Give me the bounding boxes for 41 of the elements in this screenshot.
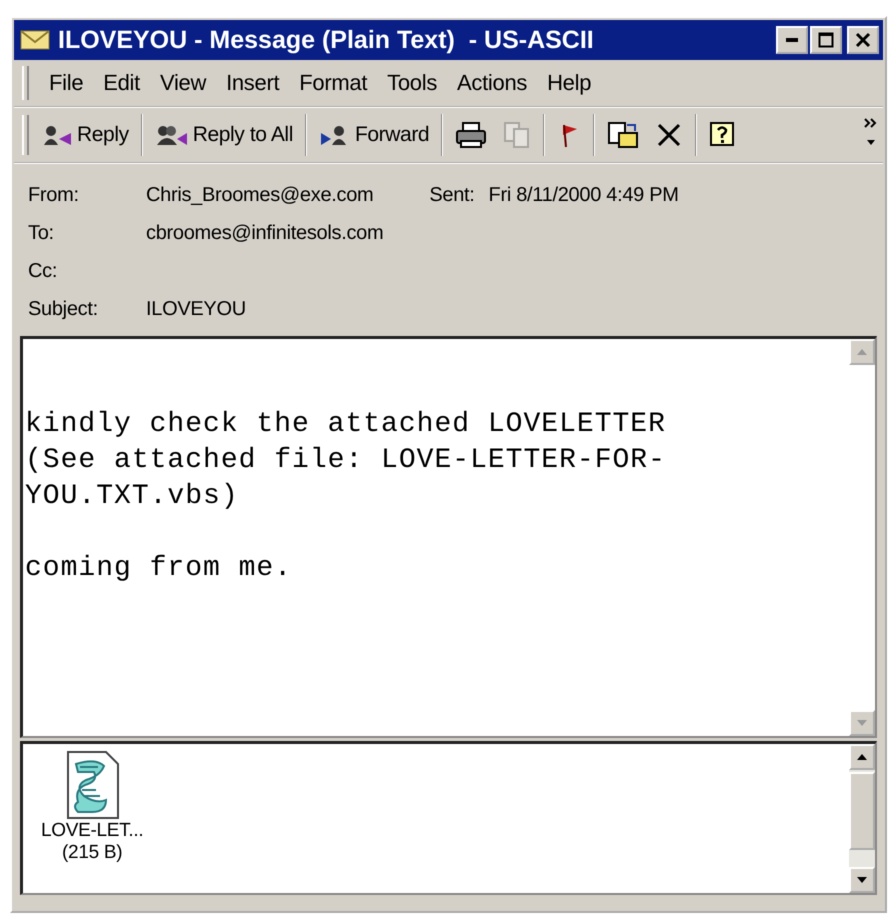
menu-item[interactable]: Help xyxy=(539,66,600,100)
close-button[interactable] xyxy=(847,26,879,54)
maximize-icon xyxy=(818,32,834,48)
toolbar-button[interactable]: Reply xyxy=(33,119,137,151)
menu-item[interactable]: View xyxy=(152,66,214,100)
envelope-icon xyxy=(20,29,50,51)
field-value: cbroomes@infinitesols.com xyxy=(146,221,384,246)
folder-move-icon xyxy=(607,121,640,149)
minimize-icon xyxy=(786,38,798,42)
menu-item[interactable]: File xyxy=(41,66,92,100)
field-label: Cc: xyxy=(28,259,58,284)
attachment-size: (215 B) xyxy=(62,842,122,864)
menu-item[interactable]: Actions xyxy=(449,66,536,100)
toolbar-button[interactable]: Reply to All xyxy=(146,119,301,151)
field-label: From: xyxy=(28,183,80,208)
people-icon xyxy=(41,123,73,147)
menu-item[interactable]: Insert xyxy=(218,66,288,100)
field-label: Sent: xyxy=(429,184,475,206)
copy-icon xyxy=(503,121,532,149)
close-icon xyxy=(855,32,871,48)
field-value: Chris_Broomes@exe.com xyxy=(146,183,374,208)
field-value: ILOVEYOU xyxy=(146,297,247,322)
printer-icon xyxy=(455,121,488,149)
field-label: Subject: xyxy=(28,297,99,322)
menu-item[interactable]: Format xyxy=(291,66,376,100)
toolbar-button[interactable]: Forward xyxy=(310,119,438,151)
toolbar-grip[interactable] xyxy=(22,115,29,155)
scroll-bar[interactable] xyxy=(849,339,875,736)
attachment-name[interactable]: LOVE-LET... xyxy=(41,820,144,842)
menu-item[interactable]: Edit xyxy=(95,66,148,100)
message-paragraph: kindly check the attached LOVELETTER (See attached file: LOVE-LETTER-FOR- YOU.TXT.vbs) xyxy=(25,408,667,514)
maximize-button[interactable] xyxy=(810,26,842,54)
window-title: ILOVEYOU - Message (Plain Text) - US-ASCII xyxy=(58,26,595,54)
field-label: To: xyxy=(28,221,55,246)
toolbar-grip[interactable] xyxy=(22,66,29,100)
message-paragraph: coming from me. xyxy=(25,552,294,586)
minimize-button[interactable] xyxy=(776,26,808,54)
field-value: Fri 8/11/2000 4:49 PM xyxy=(488,184,679,206)
scroll-bar[interactable] xyxy=(849,744,875,893)
menu-item[interactable]: Tools xyxy=(379,66,446,100)
people-icon xyxy=(154,123,189,147)
